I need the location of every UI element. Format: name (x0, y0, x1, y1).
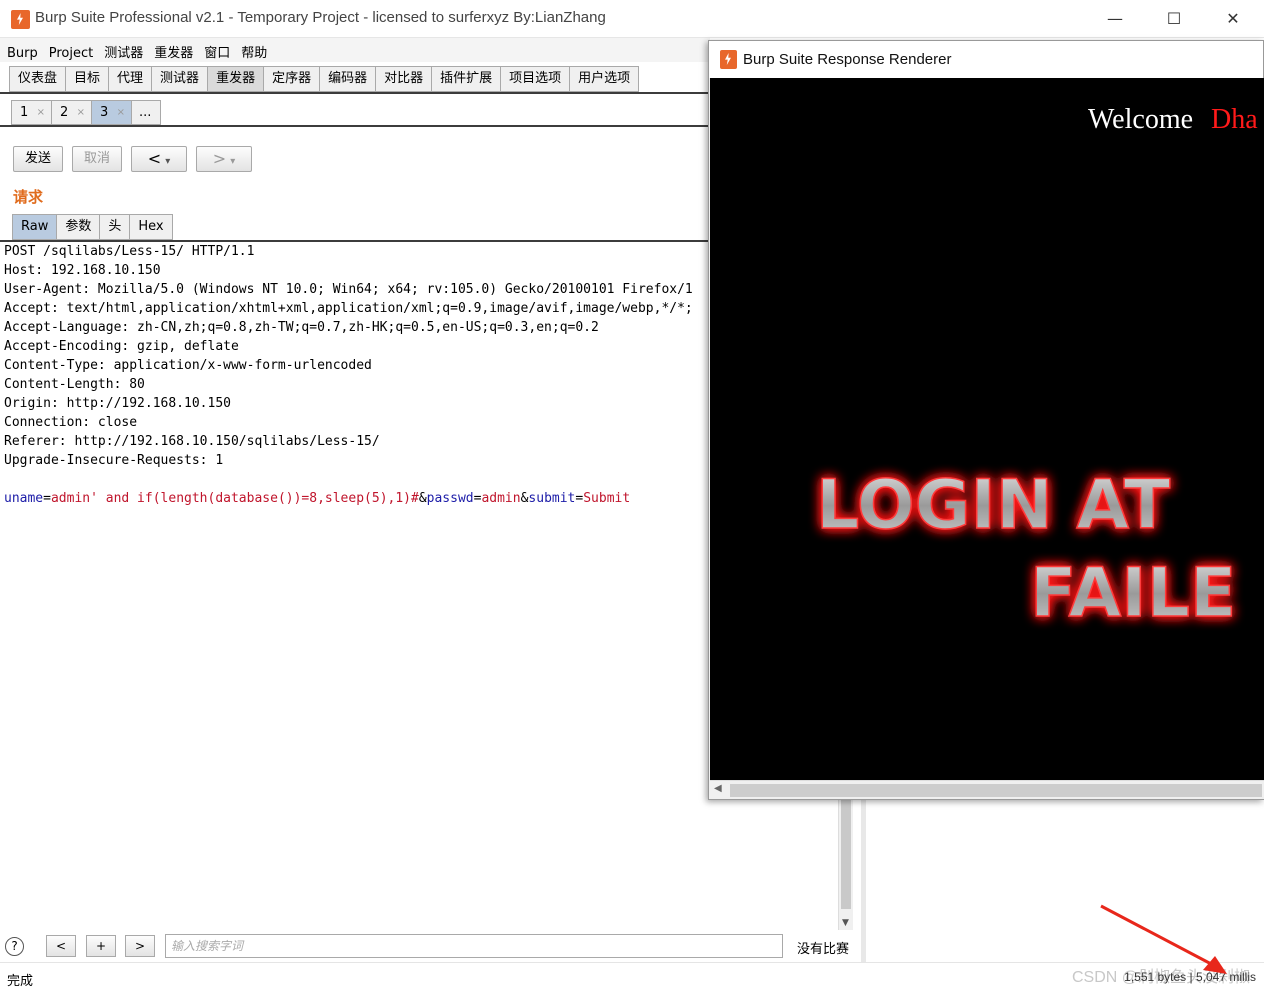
renderer-hscrollbar[interactable]: ◀ (710, 780, 1264, 799)
tab-repeater[interactable]: 重发器 (207, 66, 264, 92)
editor-scrollbar[interactable]: ▼ (838, 797, 853, 930)
param-key: passwd (426, 491, 474, 506)
param-value: Submit (583, 491, 631, 506)
rendered-page: LOGIN AT FAILE Welcome Dha (710, 78, 1264, 780)
header-user-agent: User-Agent: Mozilla/5.0 (Windows NT 10.0… (4, 282, 693, 297)
scrollbar-thumb[interactable] (730, 784, 1262, 797)
renderer-titlebar: Burp Suite Response Renderer (709, 41, 1263, 78)
menu-help[interactable]: 帮助 (234, 38, 271, 61)
close-tab-icon[interactable]: × (37, 101, 45, 124)
tab-raw[interactable]: Raw (12, 214, 57, 240)
tab-hex[interactable]: Hex (129, 214, 173, 240)
status-text: 完成 (7, 974, 34, 989)
tab-params[interactable]: 参数 (56, 214, 100, 240)
close-tab-icon[interactable]: × (117, 101, 125, 124)
scrollbar-thumb[interactable] (841, 799, 851, 909)
red-arrow-annotation (1100, 904, 1227, 974)
minimize-button[interactable]: — (1093, 6, 1137, 32)
repeater-tab-3[interactable]: 3 × (91, 100, 131, 125)
scroll-down-icon[interactable]: ▼ (842, 918, 849, 928)
cancel-button[interactable]: 取消 (72, 146, 122, 172)
param-value: admin (481, 491, 521, 506)
chevron-right-icon: > (212, 149, 227, 168)
send-button[interactable]: 发送 (13, 146, 63, 172)
burp-logo-icon (720, 50, 737, 69)
menu-bar: Burp Project 测试器 重发器 窗口 帮助 (0, 38, 710, 62)
header-accept-language: Accept-Language: zh-CN,zh;q=0.8,zh-TW;q=… (4, 320, 599, 335)
header-origin: Origin: http://192.168.10.150 (4, 396, 231, 411)
tab-project-options[interactable]: 项目选项 (500, 66, 570, 92)
search-next-button[interactable]: > (125, 935, 155, 957)
banner-line-1: LOGIN AT (816, 466, 1171, 545)
username-text: Dha (1211, 104, 1258, 135)
menu-window[interactable]: 窗口 (197, 38, 234, 61)
tab-divider (0, 92, 710, 94)
menu-burp[interactable]: Burp (0, 42, 42, 61)
request-view-tabs: Raw 参数 头 Hex (12, 214, 173, 240)
header-connection: Connection: close (4, 415, 138, 430)
pane-divider[interactable] (861, 797, 866, 962)
menu-repeater[interactable]: 重发器 (147, 38, 197, 61)
search-add-button[interactable]: + (86, 935, 116, 957)
menu-intruder[interactable]: 测试器 (97, 38, 147, 61)
repeater-tab-label: 1 (20, 105, 29, 120)
param-key: uname (4, 491, 44, 506)
dropdown-icon: ▾ (165, 156, 171, 167)
response-renderer-window: Burp Suite Response Renderer LOGIN AT FA… (708, 40, 1264, 800)
maximize-button[interactable]: ☐ (1152, 6, 1196, 32)
repeater-tab-2[interactable]: 2 × (51, 100, 91, 125)
main-titlebar: Burp Suite Professional v2.1 - Temporary… (0, 0, 1264, 38)
request-title: 请求 (13, 188, 44, 206)
tab-decoder[interactable]: 编码器 (319, 66, 376, 92)
tab-extender[interactable]: 插件扩展 (431, 66, 501, 92)
tab-proxy[interactable]: 代理 (108, 66, 152, 92)
search-prev-button[interactable]: < (46, 935, 76, 957)
param-value: admin' and if(length(database())=8,sleep… (50, 491, 419, 506)
tab-target[interactable]: 目标 (65, 66, 109, 92)
tab-headers[interactable]: 头 (99, 214, 130, 240)
new-tab-button[interactable]: ... (131, 100, 161, 125)
scroll-left-icon[interactable]: ◀ (714, 783, 722, 794)
help-icon[interactable]: ? (5, 937, 24, 956)
search-bar: ? < + > 没有比赛 (0, 930, 860, 962)
dropdown-icon: ▾ (230, 156, 236, 167)
request-line: POST /sqlilabs/Less-15/ HTTP/1.1 (4, 244, 255, 259)
repeater-tabs: 1 × 2 × 3 × ... (11, 100, 161, 125)
window-title: Burp Suite Professional v2.1 - Temporary… (35, 9, 606, 26)
request-body: uname=admin' and if(length(database())=8… (4, 491, 631, 506)
search-match-count: 没有比赛 (797, 942, 850, 957)
tab-intruder[interactable]: 测试器 (151, 66, 208, 92)
history-forward-button[interactable]: > ▾ (196, 146, 252, 172)
repeater-tab-1[interactable]: 1 × (11, 100, 51, 125)
header-accept: Accept: text/html,application/xhtml+xml,… (4, 301, 693, 316)
header-host: Host: 192.168.10.150 (4, 263, 161, 278)
tab-dashboard[interactable]: 仪表盘 (9, 66, 66, 92)
history-back-button[interactable]: < ▾ (131, 146, 187, 172)
search-input[interactable] (165, 934, 783, 958)
repeater-tab-label: 3 (100, 105, 109, 120)
header-upgrade-insecure: Upgrade-Insecure-Requests: 1 (4, 453, 224, 468)
tab-comparer[interactable]: 对比器 (375, 66, 432, 92)
header-content-length: Content-Length: 80 (4, 377, 145, 392)
chevron-left-icon: < (147, 149, 162, 168)
burp-logo-icon (11, 10, 30, 29)
banner-line-2: FAILE (1030, 554, 1236, 633)
menu-project[interactable]: Project (42, 42, 97, 61)
tab-user-options[interactable]: 用户选项 (569, 66, 640, 92)
tool-tabs: 仪表盘 目标 代理 测试器 重发器 定序器 编码器 对比器 插件扩展 项目选项 … (9, 66, 640, 92)
welcome-text: Welcome Dha (1088, 104, 1258, 136)
header-accept-encoding: Accept-Encoding: gzip, deflate (4, 339, 239, 354)
header-content-type: Content-Type: application/x-www-form-url… (4, 358, 372, 373)
close-button[interactable]: ✕ (1211, 6, 1255, 32)
tab-sequencer[interactable]: 定序器 (263, 66, 320, 92)
header-referer: Referer: http://192.168.10.150/sqlilabs/… (4, 434, 380, 449)
status-bar: 完成 CSDN @剁椒鱼头没剁椒 1,551 bytes | 5,047 mil… (0, 962, 1264, 992)
welcome-label: Welcome (1088, 104, 1194, 135)
tab-divider (0, 125, 710, 127)
close-tab-icon[interactable]: × (77, 101, 85, 124)
renderer-title: Burp Suite Response Renderer (743, 51, 952, 68)
param-key: submit (528, 491, 576, 506)
login-failed-banner: LOGIN AT FAILE (815, 465, 1237, 634)
repeater-tab-label: 2 (60, 105, 69, 120)
